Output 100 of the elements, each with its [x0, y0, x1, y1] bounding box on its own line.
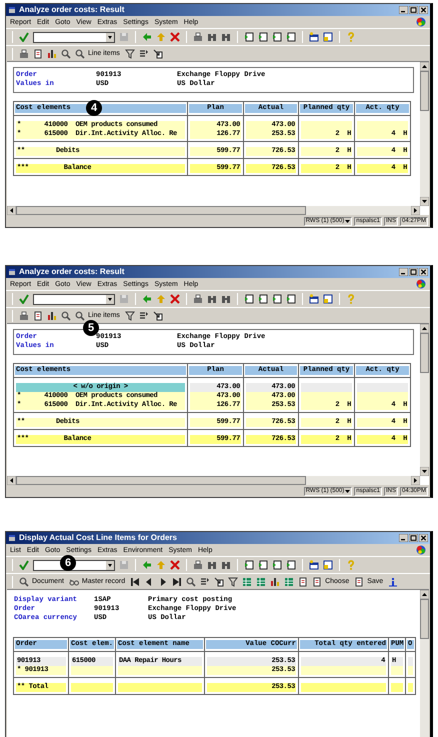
next-page-icon[interactable]: [158, 576, 168, 586]
maximize-button[interactable]: [409, 268, 418, 276]
document-icon[interactable]: [33, 310, 43, 320]
dropdown-icon[interactable]: [345, 488, 350, 494]
empty-cell: [391, 683, 403, 692]
close-button[interactable]: [419, 6, 428, 14]
document-icon[interactable]: [312, 576, 322, 586]
check-icon[interactable]: [19, 560, 29, 570]
close-button[interactable]: [419, 268, 428, 276]
scroll-left-icon[interactable]: [7, 476, 16, 485]
print-icon[interactable]: [19, 48, 29, 58]
page-icon[interactable]: [244, 294, 254, 304]
dropdown-icon[interactable]: [106, 560, 114, 570]
shortcut-icon[interactable]: [323, 560, 333, 570]
new-window-icon[interactable]: [309, 294, 319, 304]
page-icon[interactable]: [272, 560, 282, 570]
binoculars-icon[interactable]: [207, 294, 217, 304]
close-icon[interactable]: [170, 560, 180, 570]
binoculars-icon[interactable]: [221, 294, 231, 304]
minimize-button[interactable]: [399, 268, 408, 276]
dropdown-icon[interactable]: [345, 218, 350, 224]
magnifier-icon[interactable]: [61, 48, 71, 58]
scroll-up-icon[interactable]: [420, 62, 429, 71]
grid-icon[interactable]: [284, 576, 294, 586]
print-icon[interactable]: [193, 32, 203, 42]
vertical-scrollbar[interactable]: [420, 590, 429, 737]
scroll-up-icon[interactable]: [420, 590, 429, 599]
magnifier-icon[interactable]: [75, 310, 85, 320]
window-icon: [8, 534, 16, 542]
binoculars-icon[interactable]: [207, 32, 217, 42]
command-field[interactable]: [33, 294, 115, 304]
check-icon[interactable]: [19, 294, 29, 304]
scroll-left-icon[interactable]: [7, 206, 16, 215]
new-window-icon[interactable]: [309, 32, 319, 42]
page-icon[interactable]: [244, 32, 254, 42]
maximize-button[interactable]: [409, 534, 418, 542]
arrow-icon[interactable]: [214, 576, 224, 586]
maximize-button[interactable]: [409, 6, 418, 14]
list-icon[interactable]: [138, 48, 149, 58]
close-icon[interactable]: [170, 294, 180, 304]
magnifier-icon[interactable]: [186, 576, 196, 586]
last-page-icon[interactable]: [172, 576, 182, 586]
magnifier-icon[interactable]: [61, 310, 71, 320]
page-icon[interactable]: [286, 32, 296, 42]
funnel-icon[interactable]: [124, 48, 135, 58]
vertical-scrollbar[interactable]: [420, 62, 429, 206]
minimize-button[interactable]: [399, 6, 408, 14]
dropdown-icon[interactable]: [106, 32, 114, 42]
scroll-down-icon[interactable]: [420, 467, 429, 476]
page-icon[interactable]: [286, 560, 296, 570]
binoculars-icon[interactable]: [221, 560, 231, 570]
print-icon[interactable]: [19, 310, 29, 320]
binoculars-icon[interactable]: [221, 32, 231, 42]
page-icon[interactable]: [272, 294, 282, 304]
glasses-icon[interactable]: [68, 576, 79, 586]
shortcut-icon[interactable]: [323, 32, 333, 42]
close-icon[interactable]: [170, 32, 180, 42]
list-icon[interactable]: [138, 310, 149, 320]
magnifier-icon[interactable]: [75, 48, 85, 58]
page-icon[interactable]: [258, 294, 268, 304]
funnel-icon[interactable]: [124, 310, 135, 320]
empty-cell: [408, 683, 413, 692]
binoculars-icon[interactable]: [207, 560, 217, 570]
window-title: Analyze order costs: Result: [19, 6, 124, 14]
check-icon[interactable]: [19, 32, 29, 42]
vertical-scrollbar[interactable]: [420, 324, 429, 476]
scroll-down-icon[interactable]: [420, 197, 429, 206]
first-page-icon[interactable]: [130, 576, 140, 586]
page-icon[interactable]: [244, 560, 254, 570]
horizontal-scrollbar[interactable]: [7, 476, 420, 485]
page-icon[interactable]: [258, 560, 268, 570]
arrow-icon[interactable]: [152, 48, 163, 58]
minimize-button[interactable]: [399, 534, 408, 542]
new-window-icon[interactable]: [309, 560, 319, 570]
close-button[interactable]: [419, 534, 428, 542]
info-icon[interactable]: [388, 576, 398, 586]
bar-chart-icon[interactable]: [270, 576, 280, 586]
print-icon[interactable]: [193, 560, 203, 570]
grid-icon[interactable]: [256, 576, 266, 586]
bar-chart-icon[interactable]: [47, 48, 57, 58]
page-icon[interactable]: [286, 294, 296, 304]
command-field[interactable]: [33, 32, 115, 42]
grid-icon[interactable]: [242, 576, 252, 586]
scroll-right-icon[interactable]: [411, 206, 420, 215]
print-icon[interactable]: [193, 294, 203, 304]
document-icon[interactable]: [298, 576, 308, 586]
arrow-icon[interactable]: [152, 310, 163, 320]
funnel-icon[interactable]: [228, 576, 238, 586]
shortcut-icon[interactable]: [323, 294, 333, 304]
document-icon[interactable]: [33, 48, 43, 58]
page-icon[interactable]: [258, 32, 268, 42]
scroll-up-icon[interactable]: [420, 324, 429, 333]
magnifier-icon[interactable]: [19, 576, 29, 586]
horizontal-scrollbar[interactable]: [7, 206, 420, 215]
scroll-right-icon[interactable]: [411, 476, 420, 485]
document-icon[interactable]: [354, 576, 364, 586]
page-icon[interactable]: [272, 32, 282, 42]
bar-chart-icon[interactable]: [47, 310, 57, 320]
list-icon[interactable]: [200, 576, 210, 586]
dropdown-icon[interactable]: [106, 294, 114, 304]
